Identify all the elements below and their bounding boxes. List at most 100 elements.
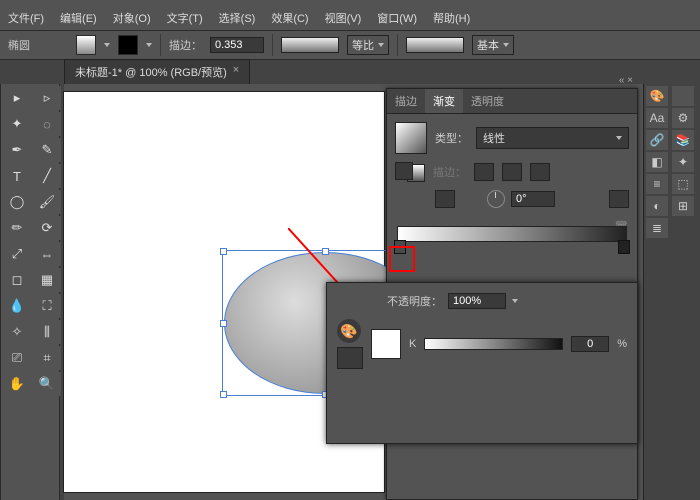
blend-tool[interactable]: ⛶ (33, 294, 61, 318)
stroke-weight-field[interactable]: 0.353 (210, 37, 264, 53)
tab-gradient[interactable]: 渐变 (425, 89, 463, 113)
profile-preview[interactable] (281, 37, 339, 53)
hand-tool[interactable]: ✋ (3, 372, 31, 396)
symbol-tool[interactable]: ✧ (3, 320, 31, 344)
tool-name-label: 椭圆 (8, 37, 30, 53)
profile-scale-dropdown[interactable]: 等比 (347, 35, 389, 55)
color-panel-icon[interactable]: 🎨 (646, 86, 668, 106)
menu-bar: 文件(F) 编辑(E) 对象(O) 文字(T) 选择(S) 效果(C) 视图(V… (0, 0, 700, 31)
tab-transparency[interactable]: 透明度 (463, 89, 512, 113)
width-tool[interactable]: ⇔ (33, 242, 61, 266)
chevron-down-icon[interactable] (512, 299, 518, 303)
menu-window[interactable]: 窗口(W) (369, 6, 425, 30)
separator (272, 34, 273, 56)
toolbox: ▸ ▹ ✦ ◌ ✒ ✎ T ╱ ◯ 🖌 ✏ ⟳ ⤢ ⇔ ◻ ▦ 💧 ⛶ ✧ ⫼ (0, 84, 60, 500)
fill-swatch[interactable] (76, 35, 96, 55)
libraries-panel-icon[interactable]: 📚 (672, 130, 694, 150)
stroke-mode-1[interactable] (474, 163, 494, 181)
resize-handle[interactable] (220, 248, 227, 255)
menu-file[interactable]: 文件(F) (0, 6, 52, 30)
artboard-tool[interactable]: ⎚ (3, 346, 31, 370)
eyedropper-tool[interactable]: 💧 (3, 294, 31, 318)
add-anchor-tool[interactable]: ✎ (33, 138, 61, 162)
stroke-swatch[interactable] (118, 35, 138, 55)
magic-wand-tool[interactable]: ✦ (3, 112, 31, 136)
annotation-highlight (389, 246, 415, 272)
shape-builder-tool[interactable]: ◻ (3, 268, 31, 292)
swatches-button[interactable] (337, 347, 363, 369)
character-panel-icon[interactable]: Aa (646, 108, 668, 128)
workspace: ▸ ▹ ✦ ◌ ✒ ✎ T ╱ ◯ 🖌 ✏ ⟳ ⤢ ⇔ ◻ ▦ 💧 ⛶ ✧ ⫼ (0, 84, 700, 500)
gradient-tool[interactable]: ▦ (33, 268, 61, 292)
separator (397, 34, 398, 56)
menu-effect[interactable]: 效果(C) (263, 6, 316, 30)
artboards-panel-icon[interactable]: ⬚ (672, 174, 694, 194)
color-picker-icon[interactable]: 🎨 (337, 319, 361, 343)
appearance-panel-icon[interactable]: ✦ (672, 152, 694, 172)
menu-select[interactable]: 选择(S) (211, 6, 264, 30)
aspect-dropdown[interactable] (609, 190, 629, 208)
menu-text[interactable]: 文字(T) (159, 6, 211, 30)
separator (160, 34, 161, 56)
rotate-tool[interactable]: ⟳ (33, 216, 61, 240)
placeholder-icon[interactable] (672, 86, 694, 106)
paintbrush-tool[interactable]: 🖌 (33, 190, 61, 214)
document-tab[interactable]: 未标题-1* @ 100% (RGB/预览) × (64, 59, 250, 84)
line-tool[interactable]: ╱ (33, 164, 61, 188)
menu-view[interactable]: 视图(V) (317, 6, 370, 30)
gradient-type-dropdown[interactable]: 线性 (476, 127, 629, 149)
brush-label: 基本 (477, 37, 499, 53)
gradient-type-label: 类型： (435, 130, 468, 146)
gradient-ramp[interactable] (397, 226, 627, 242)
transparency-panel-icon[interactable]: ◐ (646, 196, 668, 216)
opacity-field[interactable]: 100% (448, 293, 506, 309)
type-tool[interactable]: T (3, 164, 31, 188)
panel-tabs: 描边 渐变 透明度 (387, 89, 637, 114)
angle-field[interactable]: 0° (511, 191, 555, 207)
align-panel-icon[interactable]: ◧ (646, 152, 668, 172)
resize-handle[interactable] (322, 248, 329, 255)
zoom-tool[interactable]: 🔍 (33, 372, 61, 396)
gradient-stop-end[interactable] (618, 240, 630, 254)
angle-dial-icon[interactable] (487, 190, 505, 208)
menu-edit[interactable]: 编辑(E) (52, 6, 105, 30)
fill-stroke-toggle[interactable] (395, 162, 413, 180)
k-slider[interactable] (424, 338, 563, 350)
resize-handle[interactable] (220, 391, 227, 398)
graph-tool[interactable]: ⫼ (33, 320, 61, 344)
current-color-swatch[interactable] (371, 329, 401, 359)
stroke-mode-3[interactable] (530, 163, 550, 181)
panel-close-icon[interactable]: « × (619, 75, 633, 86)
right-panel-strip: 🎨 Aa ⚙ 🔗 📚 ◧ ✦ ≡ ⬚ ◐ ⊞ ≣ (643, 84, 700, 500)
stroke-mode-2[interactable] (502, 163, 522, 181)
pathfinder-panel-icon[interactable]: ⊞ (672, 196, 694, 216)
tab-stroke[interactable]: 描边 (387, 89, 425, 113)
app-frame: 文件(F) 编辑(E) 对象(O) 文字(T) 选择(S) 效果(C) 视图(V… (0, 0, 700, 500)
stroke-dropdown-icon[interactable] (146, 43, 152, 47)
brush-dropdown[interactable]: 基本 (472, 35, 514, 55)
reverse-gradient-button[interactable] (435, 190, 455, 208)
fill-dropdown-icon[interactable] (104, 43, 110, 47)
swatches-panel-icon[interactable]: ≣ (646, 218, 668, 238)
layers-panel-icon[interactable]: ≡ (646, 174, 668, 194)
pen-tool[interactable]: ✒ (3, 138, 31, 162)
menu-help[interactable]: 帮助(H) (425, 6, 478, 30)
ellipse-tool[interactable]: ◯ (3, 190, 31, 214)
brush-preview[interactable] (406, 37, 464, 53)
slice-tool[interactable]: ⌗ (33, 346, 61, 370)
gradient-stop-start[interactable] (394, 240, 406, 254)
gradient-preview-swatch[interactable] (395, 122, 427, 154)
gear-icon[interactable]: ⚙ (672, 108, 694, 128)
resize-handle[interactable] (220, 320, 227, 327)
pencil-tool[interactable]: ✏ (3, 216, 31, 240)
control-bar: 椭圆 描边： 0.353 等比 基本 (0, 31, 700, 60)
selection-tool[interactable]: ▸ (3, 86, 31, 110)
menu-object[interactable]: 对象(O) (105, 6, 159, 30)
lasso-tool[interactable]: ◌ (33, 112, 61, 136)
direct-selection-tool[interactable]: ▹ (33, 86, 61, 110)
close-icon[interactable]: × (233, 64, 239, 80)
stroke-weight-label: 描边： (169, 37, 202, 53)
k-value-field[interactable]: 0 (571, 336, 609, 352)
links-panel-icon[interactable]: 🔗 (646, 130, 668, 150)
scale-tool[interactable]: ⤢ (3, 242, 31, 266)
